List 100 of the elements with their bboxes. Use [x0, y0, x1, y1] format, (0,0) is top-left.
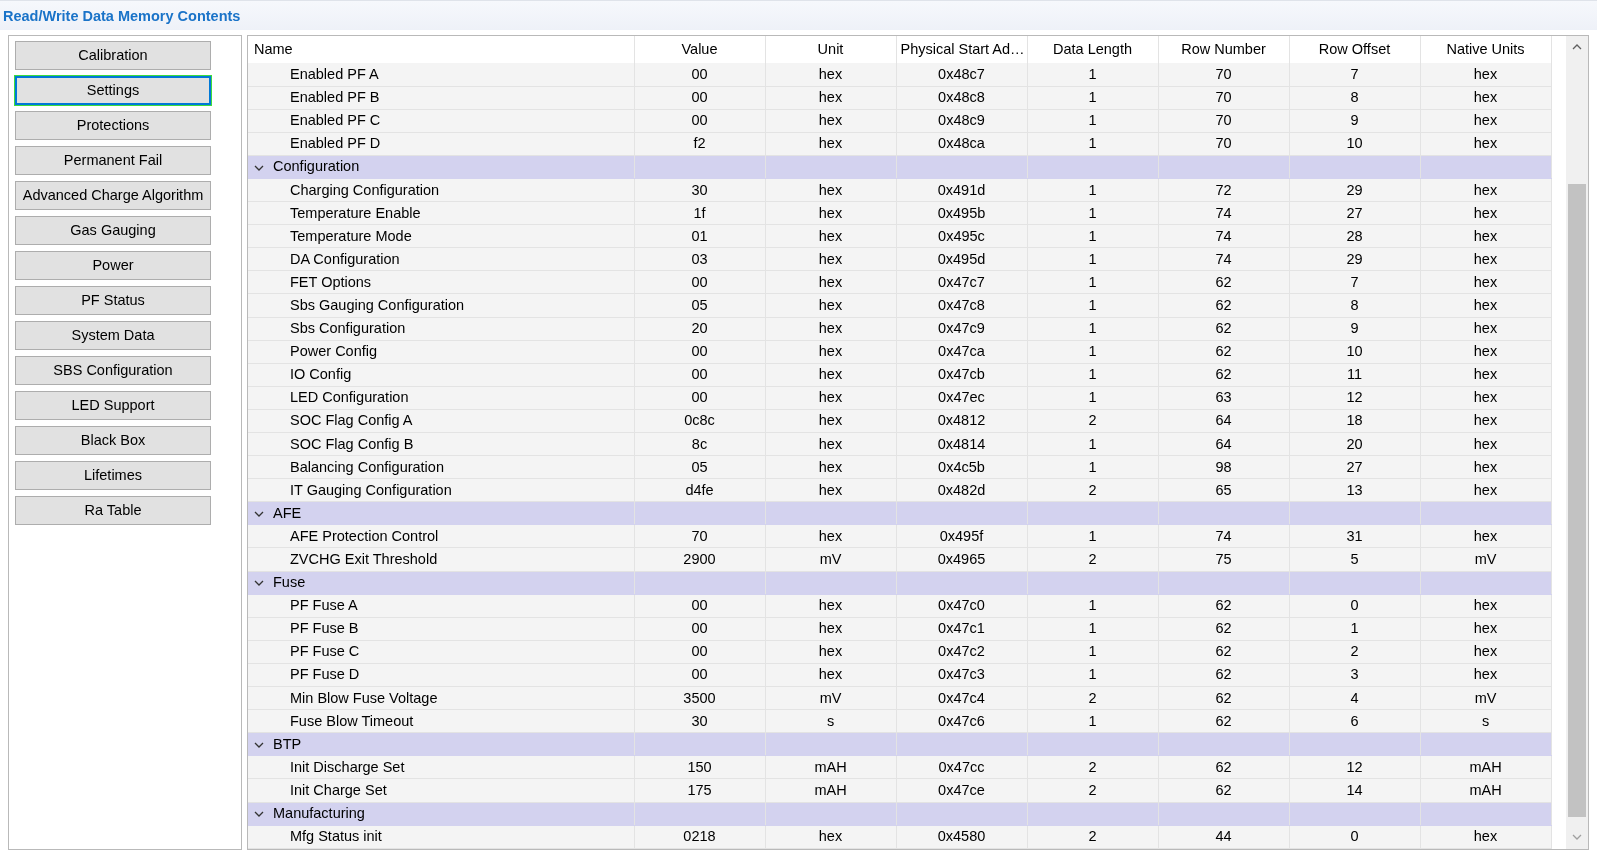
chevron-down-icon[interactable]	[254, 740, 264, 749]
table-cell: hex	[765, 524, 896, 548]
table-cell: 00	[634, 386, 765, 410]
table-cell: 30	[634, 178, 765, 202]
table-cell: 1	[1027, 386, 1158, 410]
table-cell: 62	[1158, 293, 1289, 318]
table-cell: 00	[634, 340, 765, 364]
group-name: Fuse	[273, 574, 306, 591]
table-cell: mAH	[765, 755, 896, 779]
table-cell: mV	[1420, 547, 1551, 572]
table-cell: Init Discharge Set	[248, 755, 634, 779]
table-cell: Power Config	[248, 340, 634, 364]
group-name: Configuration	[273, 158, 360, 175]
column-header[interactable]: Native Units	[1420, 36, 1551, 63]
column-header[interactable]: Physical Start Ad…	[896, 36, 1027, 63]
table-cell: hex	[1420, 63, 1551, 87]
sidebar-button[interactable]: SBS Configuration	[15, 356, 211, 385]
chevron-down-icon[interactable]	[254, 579, 264, 588]
table-cell: 0x48ca	[896, 132, 1027, 156]
table-cell: hex	[765, 132, 896, 156]
table-cell: hex	[1420, 270, 1551, 294]
table-cell: 62	[1158, 709, 1289, 733]
table-cell: 62	[1158, 317, 1289, 341]
table-cell: hex	[765, 201, 896, 225]
table-cell: hex	[765, 640, 896, 664]
column-header[interactable]: Unit	[765, 36, 896, 63]
sidebar-button[interactable]: Advanced Charge Algorithm	[15, 181, 211, 210]
table-cell: 27	[1289, 455, 1420, 479]
table-cell: Mfg Status init	[248, 825, 634, 849]
sidebar-button[interactable]: PF Status	[15, 286, 211, 315]
table-cell: 0x47c3	[896, 663, 1027, 687]
table-cell: AFE Protection Control	[248, 524, 634, 548]
table-cell: 13	[1289, 478, 1420, 502]
table-cell: Sbs Gauging Configuration	[248, 293, 634, 318]
table-cell: hex	[765, 109, 896, 133]
table-cell: Enabled PF A	[248, 63, 634, 87]
table-cell: 2	[1027, 825, 1158, 849]
table-cell: 20	[1289, 432, 1420, 456]
column-header[interactable]: Row Number	[1158, 36, 1289, 63]
table-cell: 70	[1158, 63, 1289, 87]
sidebar-button[interactable]: Protections	[15, 111, 211, 140]
table-cell: 0x47ca	[896, 340, 1027, 364]
sidebar-button[interactable]: Lifetimes	[15, 461, 211, 490]
table-cell: 12	[1289, 386, 1420, 410]
table-cell: 0x47ce	[896, 778, 1027, 802]
table-cell: SOC Flag Config B	[248, 432, 634, 456]
table-cell: 0x4814	[896, 432, 1027, 456]
table-cell: mAH	[1420, 755, 1551, 779]
table-cell: 63	[1158, 386, 1289, 410]
table-cell: 1	[1027, 270, 1158, 294]
table-cell: hex	[765, 386, 896, 410]
chevron-down-icon[interactable]	[254, 810, 264, 819]
column-header[interactable]: Name	[248, 36, 634, 63]
group-name: Manufacturing	[273, 805, 365, 822]
table-cell: 11	[1289, 363, 1420, 387]
sidebar-button[interactable]: Ra Table	[15, 496, 211, 525]
chevron-down-icon[interactable]	[254, 510, 264, 518]
table-cell: 74	[1158, 224, 1289, 248]
column-header[interactable]: Data Length	[1027, 36, 1158, 63]
table-cell: hex	[1420, 825, 1551, 849]
table-cell: 0x491d	[896, 178, 1027, 202]
table-cell: 0	[1289, 594, 1420, 618]
table-cell: 0x4c5b	[896, 455, 1027, 479]
table-cell: 0x495b	[896, 201, 1027, 225]
sidebar-button[interactable]: Settings	[15, 76, 211, 105]
table-cell: 2	[1027, 409, 1158, 433]
table-cell: 03	[634, 247, 765, 271]
sidebar-button[interactable]: Calibration	[15, 41, 211, 70]
column-header[interactable]: Value	[634, 36, 765, 63]
sidebar-button[interactable]: Black Box	[15, 426, 211, 455]
table-cell: 1	[1027, 594, 1158, 618]
table-cell: 10	[1289, 132, 1420, 156]
sidebar-button[interactable]: Power	[15, 251, 211, 280]
table-cell: hex	[1420, 409, 1551, 433]
sidebar-button[interactable]: System Data	[15, 321, 211, 350]
table-cell: 2	[1289, 640, 1420, 664]
table-cell: 3500	[634, 686, 765, 710]
sidebar-button[interactable]: Permanent Fail	[15, 146, 211, 175]
sidebar-button[interactable]: Gas Gauging	[15, 216, 211, 245]
table-cell: hex	[765, 340, 896, 364]
table-cell: 0x4812	[896, 409, 1027, 433]
table-cell: 00	[634, 594, 765, 618]
table-cell: hex	[765, 247, 896, 271]
table-cell: 62	[1158, 663, 1289, 687]
table-cell: hex	[765, 455, 896, 479]
table-cell: 65	[1158, 478, 1289, 502]
table-cell: hex	[765, 178, 896, 202]
table-cell: 70	[1158, 86, 1289, 110]
column-header[interactable]: Row Offset	[1289, 36, 1420, 63]
table-cell: hex	[1420, 132, 1551, 156]
table-cell: 62	[1158, 640, 1289, 664]
table-cell: mV	[765, 547, 896, 572]
chevron-down-icon[interactable]	[254, 163, 264, 172]
table-cell: 62	[1158, 594, 1289, 618]
table-cell: 00	[634, 86, 765, 110]
table-cell: 150	[634, 755, 765, 779]
table-cell: 00	[634, 617, 765, 641]
table-cell: f2	[634, 132, 765, 156]
sidebar-button[interactable]: LED Support	[15, 391, 211, 420]
table-cell: hex	[1420, 363, 1551, 387]
